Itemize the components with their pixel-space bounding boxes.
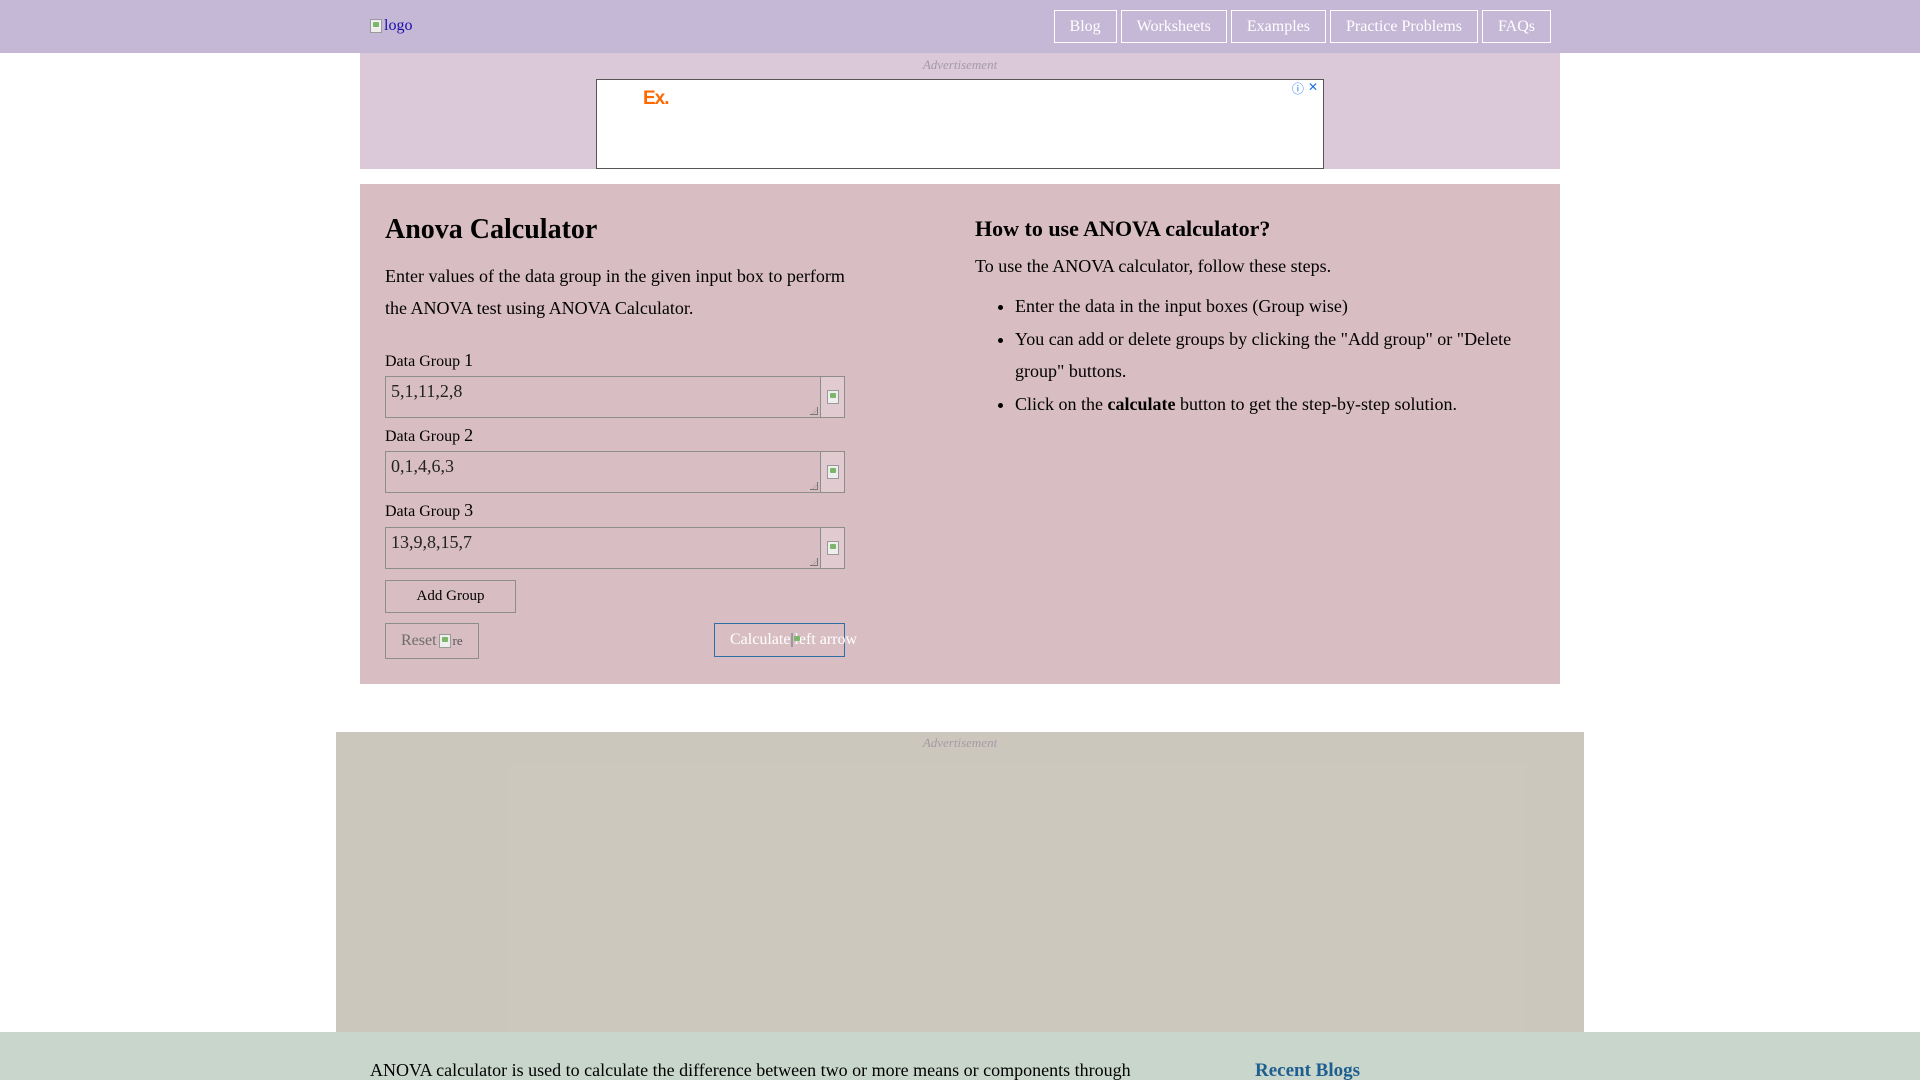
calculate-icon-alt: left arrow bbox=[794, 631, 858, 648]
ad-banner[interactable]: Ex. ⓘ ✕ bbox=[596, 79, 1324, 169]
content-section: ANOVA calculator is used to calculate th… bbox=[0, 1032, 1920, 1081]
logo-image-icon bbox=[370, 19, 382, 33]
group-label-prefix: Data Group bbox=[385, 503, 461, 520]
data-group-row: 13,9,8,15,7 bbox=[385, 527, 845, 569]
calculate-button[interactable]: Calculate left arrow bbox=[714, 623, 857, 657]
top-advertisement: Advertisement Ex. ⓘ ✕ bbox=[360, 53, 1560, 169]
delete-group-button[interactable] bbox=[821, 527, 845, 569]
how-to-step: Click on the calculate button to get the… bbox=[1015, 388, 1535, 421]
nav-examples-button[interactable]: Examples bbox=[1230, 10, 1326, 43]
nav-worksheets-button[interactable]: Worksheets bbox=[1120, 10, 1227, 43]
reset-button[interactable]: Reset re bbox=[385, 623, 479, 659]
group-label-number: 3 bbox=[464, 500, 474, 520]
add-group-button[interactable]: Add Group bbox=[385, 580, 516, 613]
how-to-step: You can add or delete groups by clicking… bbox=[1015, 323, 1535, 388]
delete-icon bbox=[826, 541, 839, 555]
delete-group-button[interactable] bbox=[821, 451, 845, 493]
data-group-row: 5,1,11,2,8 bbox=[385, 376, 845, 418]
data-group-row: 0,1,4,6,3 bbox=[385, 451, 845, 493]
nav-practice-problems-button[interactable]: Practice Problems bbox=[1329, 10, 1478, 43]
group-label-prefix: Data Group bbox=[385, 353, 461, 370]
data-group-input[interactable]: 13,9,8,15,7 bbox=[385, 527, 821, 569]
left-arrow-icon bbox=[791, 633, 801, 647]
group-label-number: 2 bbox=[464, 425, 474, 445]
how-to-intro: To use the ANOVA calculator, follow thes… bbox=[975, 256, 1332, 276]
how-to-title: How to use ANOVA calculator? bbox=[975, 216, 1271, 241]
top-navbar: logo Blog Worksheets Examples Practice P… bbox=[0, 0, 1920, 53]
ad-label: Advertisement bbox=[922, 57, 998, 72]
step-text: Click on the bbox=[1015, 393, 1108, 414]
reset-label: Reset bbox=[401, 632, 437, 649]
how-to-steps: Enter the data in the input boxes (Group… bbox=[975, 290, 1535, 420]
site-logo[interactable]: logo bbox=[370, 17, 412, 35]
delete-icon bbox=[826, 390, 839, 404]
recent-blogs-heading: Recent Blogs bbox=[1255, 1060, 1361, 1081]
reset-icon bbox=[438, 634, 451, 648]
data-group-input[interactable]: 5,1,11,2,8 bbox=[385, 376, 821, 418]
logo-alt-text: logo bbox=[384, 17, 413, 34]
ad-controls: ⓘ ✕ bbox=[1292, 80, 1318, 97]
middle-advertisement: Advertisement bbox=[336, 732, 1584, 1032]
step-text: button to get the step-by-step solution. bbox=[1175, 393, 1457, 414]
calculator-description: Enter values of the data group in the gi… bbox=[385, 266, 845, 318]
ad-logo: Ex. bbox=[643, 88, 670, 109]
main-nav: Blog Worksheets Examples Practice Proble… bbox=[1053, 10, 1551, 43]
ad-close-icon[interactable]: ✕ bbox=[1308, 80, 1318, 97]
data-group-input[interactable]: 0,1,4,6,3 bbox=[385, 451, 821, 493]
group-label-number: 1 bbox=[464, 350, 474, 370]
ad-info-icon[interactable]: ⓘ bbox=[1292, 80, 1304, 97]
calculator-title: Anova Calculator bbox=[385, 214, 598, 245]
step-bold-text: calculate bbox=[1107, 393, 1176, 414]
ad-label: Advertisement bbox=[922, 735, 998, 750]
nav-blog-button[interactable]: Blog bbox=[1053, 10, 1117, 43]
calculate-label: Calculate bbox=[730, 631, 791, 648]
nav-faqs-button[interactable]: FAQs bbox=[1481, 10, 1551, 43]
data-group-label: Data Group 1 bbox=[385, 350, 473, 371]
how-to-step: Enter the data in the input boxes (Group… bbox=[1015, 290, 1535, 323]
calculator-panel: Anova Calculator Enter values of the dat… bbox=[360, 184, 1560, 684]
reset-icon-alt: re bbox=[452, 633, 463, 648]
delete-group-button[interactable] bbox=[821, 376, 845, 418]
delete-icon bbox=[826, 465, 839, 479]
data-group-label: Data Group 3 bbox=[385, 500, 473, 521]
intro-paragraph: ANOVA calculator is used to calculate th… bbox=[370, 1060, 1131, 1080]
ad-slot[interactable] bbox=[508, 764, 1526, 1032]
data-group-label: Data Group 2 bbox=[385, 425, 473, 446]
group-label-prefix: Data Group bbox=[385, 428, 461, 445]
